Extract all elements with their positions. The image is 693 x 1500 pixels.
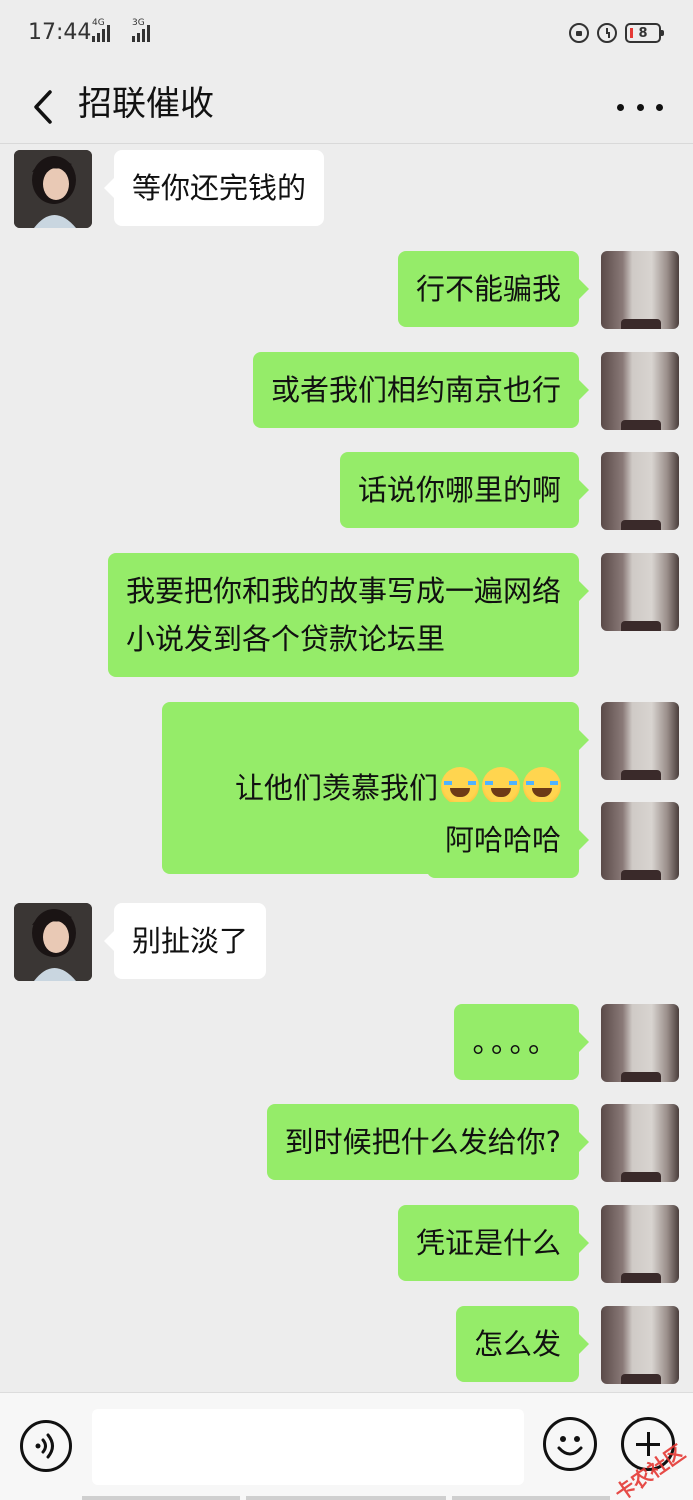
self-avatar[interactable]: [601, 352, 679, 430]
alarm-icon: [597, 23, 617, 43]
outgoing-message-bubble[interactable]: 到时候把什么发给你?: [266, 1104, 590, 1180]
self-avatar[interactable]: [601, 802, 679, 880]
laughing-crying-emoji-icon: [482, 767, 520, 805]
more-options-button[interactable]: [617, 90, 663, 124]
outgoing-message-bubble[interactable]: 我要把你和我的故事写成一遍网络 小说发到各个贷款论坛里: [107, 553, 590, 677]
outgoing-message-bubble[interactable]: 话说你哪里的啊: [339, 452, 590, 528]
nav-divider: [82, 1496, 240, 1500]
laughing-crying-emoji-icon: [523, 767, 561, 805]
avatar-image: [14, 903, 92, 981]
chat-title: 招联催收: [78, 84, 214, 124]
self-avatar[interactable]: [601, 1205, 679, 1283]
message-list[interactable]: 等你还完钱的 行不能骗我 或者我们相约南京也行 话说你哪里的啊 我要把你和我的故…: [0, 144, 693, 1392]
self-avatar[interactable]: [601, 1004, 679, 1082]
self-avatar[interactable]: [601, 452, 679, 530]
voice-icon: [35, 1433, 54, 1459]
nav-divider: [452, 1496, 610, 1500]
signal-4g-icon: 4G: [92, 18, 110, 42]
outgoing-message-bubble[interactable]: 或者我们相约南京也行: [252, 352, 590, 428]
input-bar: 卡农社区: [0, 1392, 693, 1500]
incoming-message-bubble[interactable]: 等你还完钱的: [103, 150, 325, 226]
chat-header: 招联催收: [0, 70, 693, 144]
self-avatar[interactable]: [601, 1104, 679, 1182]
outgoing-message-bubble[interactable]: 阿哈哈哈: [426, 802, 590, 878]
incoming-message-bubble[interactable]: 别扯淡了: [103, 903, 267, 979]
rotation-lock-icon: [569, 23, 589, 43]
outgoing-message-bubble[interactable]: 怎么发: [455, 1306, 590, 1382]
contact-avatar[interactable]: [14, 903, 92, 981]
nav-divider: [246, 1496, 446, 1500]
status-bar: 17:44 4G 3G 8: [0, 0, 693, 70]
status-icons: 8: [569, 23, 664, 43]
back-button[interactable]: [24, 84, 64, 130]
smiley-icon: [557, 1436, 583, 1456]
message-input[interactable]: [92, 1409, 524, 1485]
avatar-image: [14, 150, 92, 228]
signal-3g-icon: 3G: [132, 18, 150, 42]
message-text: 让他们羡慕我们: [234, 771, 438, 805]
contact-avatar[interactable]: [14, 150, 92, 228]
more-dot-icon: [617, 103, 624, 111]
self-avatar[interactable]: [601, 702, 679, 780]
status-time: 17:44: [28, 20, 92, 45]
self-avatar[interactable]: [601, 251, 679, 329]
outgoing-message-bubble[interactable]: 。。。。: [454, 1004, 589, 1080]
outgoing-message-bubble[interactable]: 凭证是什么: [397, 1205, 590, 1281]
voice-input-button[interactable]: [20, 1420, 72, 1472]
self-avatar[interactable]: [601, 1306, 679, 1384]
self-avatar[interactable]: [601, 553, 679, 631]
outgoing-message-bubble[interactable]: 行不能骗我: [397, 251, 590, 327]
more-dot-icon: [636, 103, 644, 111]
chevron-left-icon: [34, 90, 52, 124]
emoji-button[interactable]: [543, 1417, 597, 1471]
laughing-crying-emoji-icon: [441, 767, 479, 805]
more-dot-icon: [656, 103, 663, 111]
battery-icon: 8: [625, 23, 664, 43]
